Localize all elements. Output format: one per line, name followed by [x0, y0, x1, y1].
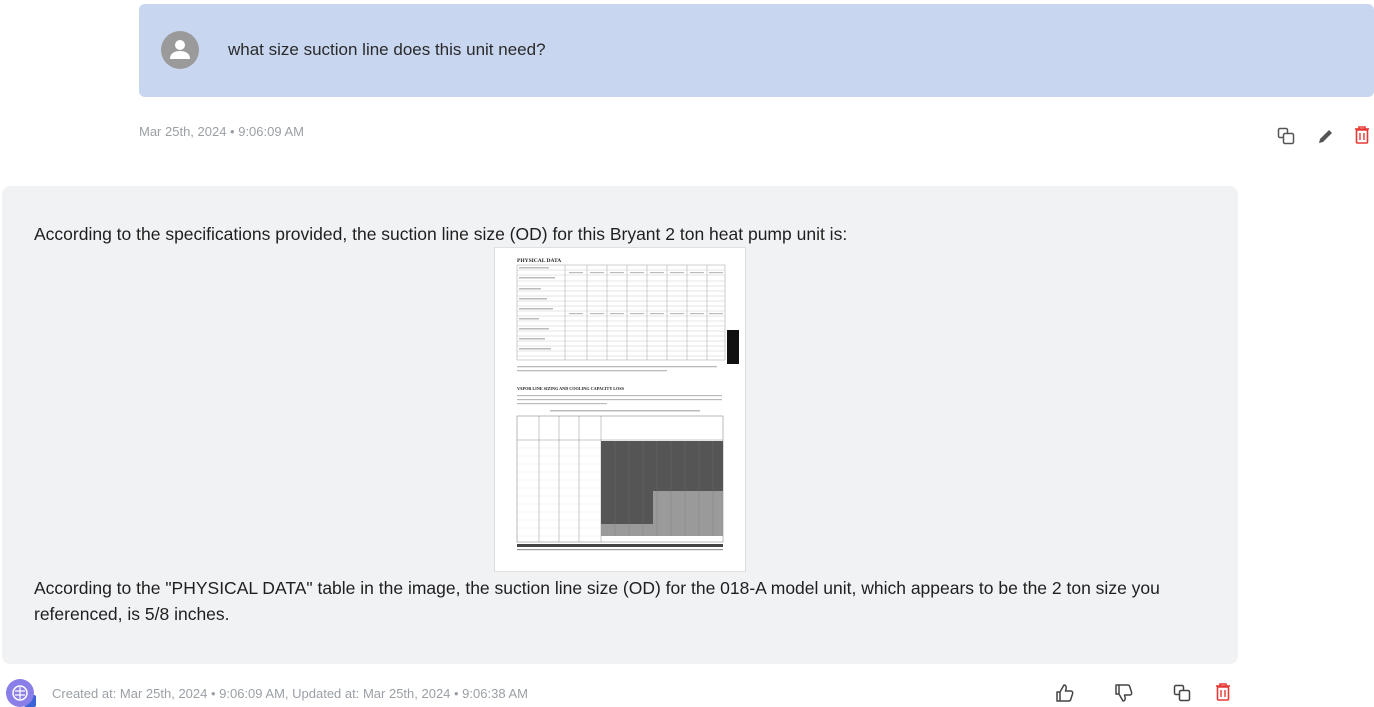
thumbs-up-icon[interactable] — [1055, 683, 1075, 703]
bot-avatar — [6, 679, 34, 707]
spec-sheet-image[interactable]: PHYSICAL DATA VAPOR LINE SIZING AND COOL… — [494, 247, 746, 572]
doc-heading-vapor-line: VAPOR LINE SIZING AND COOLING CAPACITY L… — [517, 386, 625, 391]
trash-icon[interactable] — [1214, 682, 1232, 702]
brain-icon — [12, 685, 28, 701]
user-message-timestamp: Mar 25th, 2024 • 9:06:09 AM — [139, 124, 304, 139]
person-icon — [170, 40, 190, 59]
user-message-bubble: what size suction line does this unit ne… — [139, 4, 1374, 97]
ai-message-intro: According to the specifications provided… — [34, 224, 848, 244]
copy-icon[interactable] — [1277, 127, 1295, 145]
copy-icon[interactable] — [1173, 684, 1191, 702]
doc-heading-physical-data: PHYSICAL DATA — [517, 258, 561, 264]
thumbs-down-icon[interactable] — [1114, 683, 1134, 703]
user-message-text: what size suction line does this unit ne… — [228, 40, 546, 59]
pencil-icon[interactable] — [1317, 127, 1335, 145]
ai-message-timestamps: Created at: Mar 25th, 2024 • 9:06:09 AM,… — [52, 686, 528, 701]
user-avatar — [161, 31, 199, 69]
ai-message-answer: According to the "PHYSICAL DATA" table i… — [34, 578, 1160, 624]
trash-icon[interactable] — [1353, 125, 1371, 145]
ai-message-bubble: According to the specifications provided… — [2, 186, 1238, 664]
spec-sheet-thumbnail: PHYSICAL DATA VAPOR LINE SIZING AND COOL… — [495, 248, 745, 571]
